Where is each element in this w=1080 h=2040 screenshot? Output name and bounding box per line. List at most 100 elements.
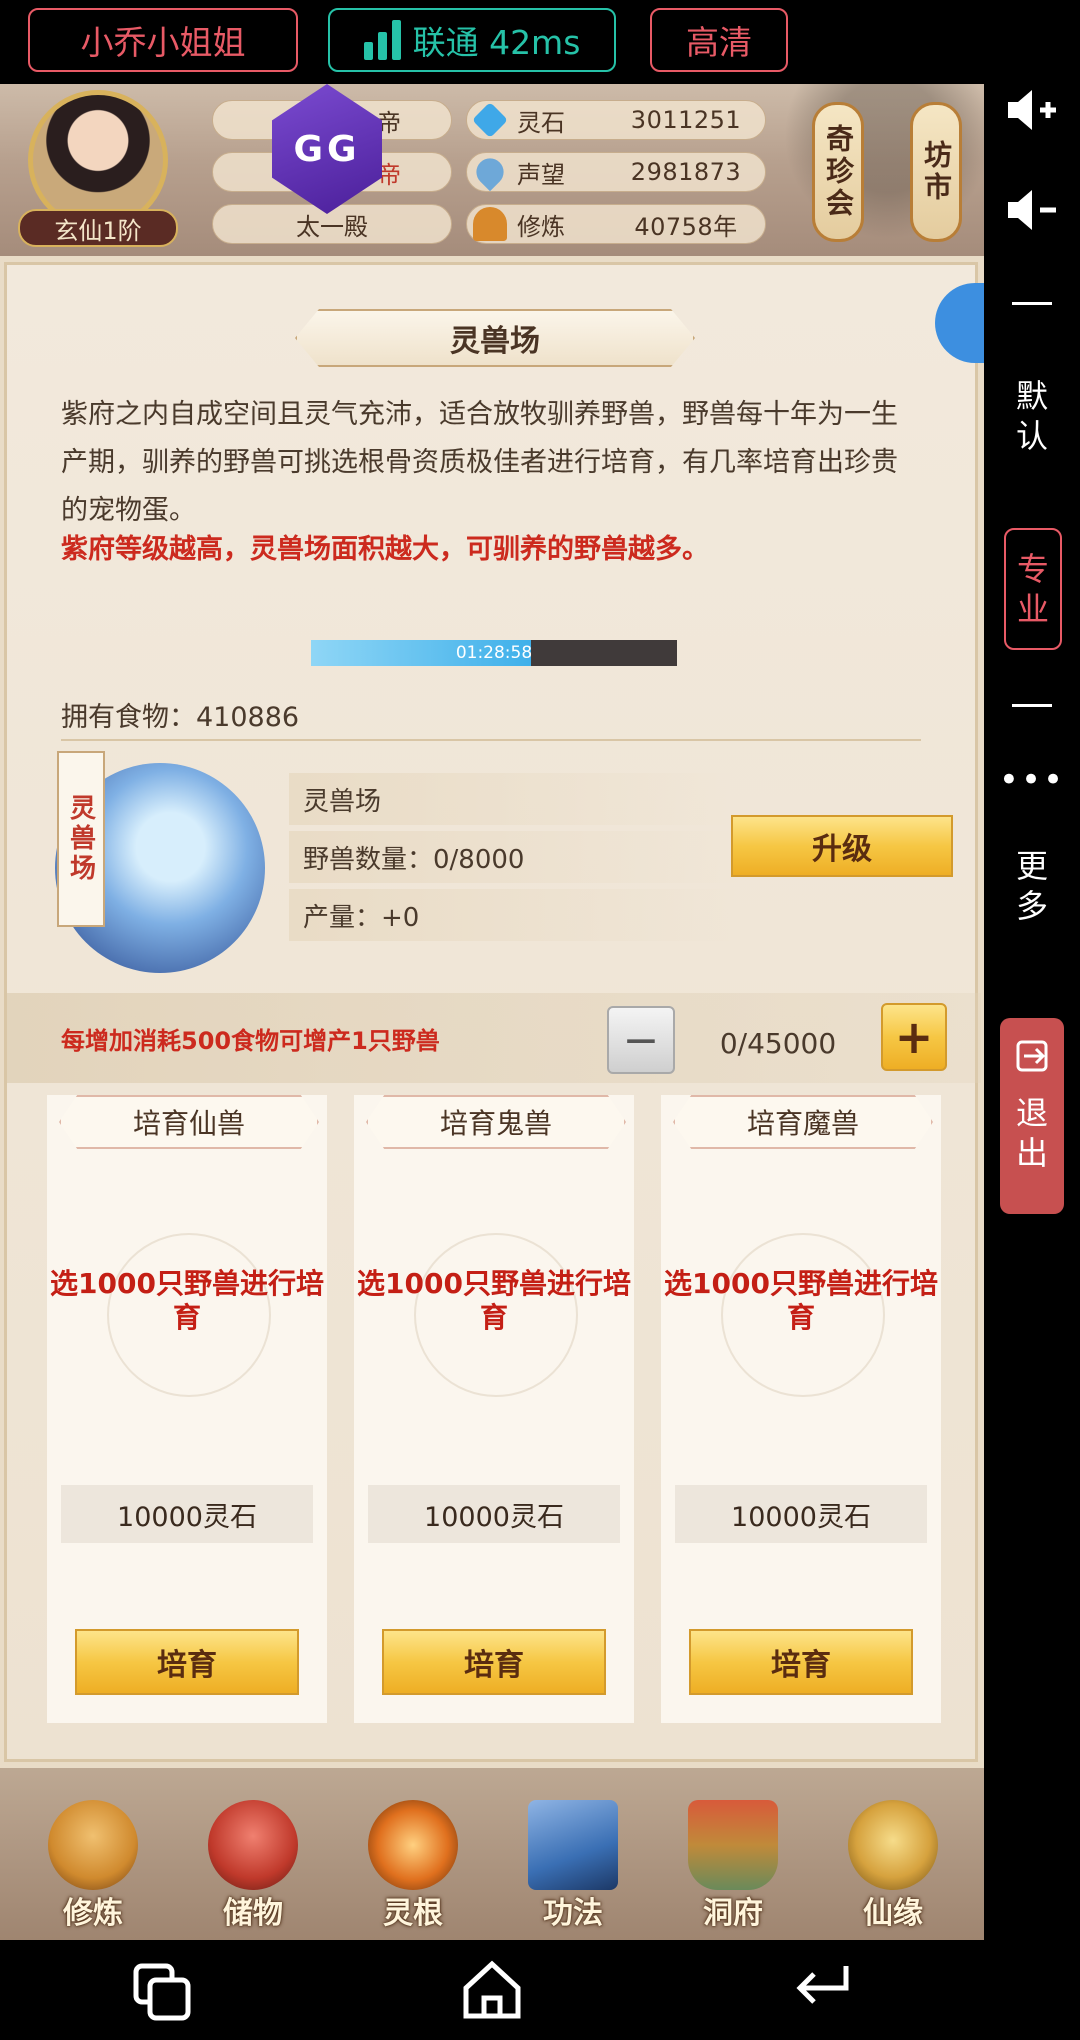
card-select-hint[interactable]: 选1000只野兽进行培育 [661,1267,941,1335]
nav-storage[interactable]: 储物 [188,1790,318,1931]
recent-apps-icon[interactable] [130,1960,194,2024]
breed-card-ghost: 培育鬼兽 选1000只野兽进行培育 10000灵石 培育 [354,1095,634,1723]
nav-label: 灵根 [383,1896,443,1931]
resource-cultivation: 修炼 40758年 [466,204,766,244]
card-select-hint[interactable]: 选1000只野兽进行培育 [47,1267,327,1335]
decrease-button[interactable]: − [607,1006,675,1074]
breed-button[interactable]: 培育 [689,1629,913,1695]
market-button[interactable]: 坊市 [910,102,962,242]
panel-warning: 紫府等级越高，灵兽场面积越大，可驯养的野兽越多。 [61,534,709,565]
system-navigation-bar [0,1940,1080,2040]
food-cost-hint: 每增加消耗500食物可增产1只野兽 [61,1027,440,1055]
exit-icon [1016,1040,1048,1072]
back-icon[interactable] [790,1962,854,2018]
nav-immortal-fate[interactable]: 仙缘 [828,1790,958,1931]
technique-book-icon [528,1800,618,1890]
card-title: 培育魔兽 [673,1095,933,1149]
exit-label: 退出 [1015,1094,1048,1172]
cultivation-icon [48,1800,138,1890]
card-title: 培育仙兽 [59,1095,319,1149]
more-dots-icon[interactable]: ••• [984,760,1080,800]
cave-mansion-icon [688,1800,778,1890]
breed-card-demon: 培育魔兽 选1000只野兽进行培育 10000灵石 培育 [661,1095,941,1723]
nav-label: 功法 [543,1896,603,1931]
resource-label: 声望 [517,160,565,189]
divider [61,739,921,741]
beast-count-text: 野兽数量：0/8000 [303,844,525,875]
timer-text: 01:28:58 [455,643,533,663]
divider [1012,302,1052,305]
immortal-fate-icon [848,1800,938,1890]
volume-down-icon[interactable] [1006,188,1058,232]
resource-prestige: 声望 2981873 [466,152,766,192]
panel-title: 灵兽场 [295,309,695,367]
nav-cultivation[interactable]: 修炼 [28,1790,158,1931]
stream-status-bar: 小乔小姐姐 联通 42ms 高清 [0,0,1080,84]
pro-mode-button[interactable]: 专业 [1004,528,1062,650]
divider [1012,704,1052,707]
resource-label: 修炼 [517,212,565,241]
network-pill[interactable]: 联通 42ms [328,8,616,72]
resource-value: 3011251 [630,106,742,134]
nav-label: 仙缘 [863,1896,923,1931]
sect-name: 太一殿 [296,212,368,241]
volume-up-icon[interactable] [1006,88,1058,132]
resource-label: 灵石 [517,108,565,137]
treasure-auction-button[interactable]: 奇珍会 [812,102,864,242]
quality-label: 高清 [686,23,752,62]
home-icon[interactable] [460,1958,524,2022]
food-owned: 拥有食物：410886 [61,702,300,733]
nav-label: 修炼 [63,1896,123,1931]
card-price: 10000灵石 [61,1485,313,1543]
spirit-root-icon [368,1800,458,1890]
upgrade-button[interactable]: 升级 [731,815,953,877]
nav-cave-mansion[interactable]: 洞府 [668,1790,798,1931]
nav-technique[interactable]: 功法 [508,1790,638,1931]
breed-card-immortal: 培育仙兽 选1000只野兽进行培育 10000灵石 培育 [47,1095,327,1723]
resource-value: 40758年 [634,212,738,241]
nickname-pill[interactable]: 小乔小姐姐 [28,8,298,72]
exit-button[interactable]: 退出 [1000,1018,1064,1214]
facility-name: 灵兽场 [289,773,739,825]
output-row: 产量：+0 [289,889,739,941]
resource-value: 2981873 [630,158,742,186]
orb-scroll-tag: 灵兽场 [57,751,105,927]
production-timer-bar: 01:28:58 [311,640,677,666]
breed-button[interactable]: 培育 [382,1629,606,1695]
nav-spirit-root[interactable]: 灵根 [348,1790,478,1931]
spirit-stone-icon [471,101,509,139]
storage-bag-icon [208,1800,298,1890]
signal-bars-icon [363,20,401,60]
pro-mode-label: 专业 [1016,550,1049,628]
bottom-nav: 修炼 储物 灵根 功法 洞府 仙缘 [0,1768,984,1940]
player-header: 玄仙1阶 帝 帝 太一殿 GG 灵石 3011251 声望 2981873 修炼… [0,84,984,256]
beast-farm-panel: 灵兽场 紫府之内自成空间且灵气充沛，适合放牧驯养野兽，野兽每十年为一生产期，驯养… [4,262,984,1762]
default-mode-label: 默认 [1015,377,1048,455]
facility-name-text: 灵兽场 [303,786,382,817]
quantity-value: 0/45000 [719,1027,837,1060]
stream-control-rail: 默认 专业 ••• 更多 退出 [984,84,1080,1940]
more-button[interactable]: 更多 [984,846,1080,926]
card-price: 10000灵石 [675,1485,927,1543]
side-helper-icon[interactable] [935,283,984,363]
prestige-crystal-icon [470,152,510,192]
nav-label: 洞府 [703,1896,763,1931]
increase-button[interactable]: + [881,1003,947,1071]
card-select-hint[interactable]: 选1000只野兽进行培育 [354,1267,634,1335]
game-screen: 玄仙1阶 帝 帝 太一殿 GG 灵石 3011251 声望 2981873 修炼… [0,84,984,1940]
network-label: 联通 42ms [412,23,581,62]
panel-description: 紫府之内自成空间且灵气充沛，适合放牧驯养野兽，野兽每十年为一生产期，驯养的野兽可… [61,399,898,526]
default-mode-button[interactable]: 默认 [984,376,1080,456]
nickname-label: 小乔小姐姐 [80,23,246,62]
card-title: 培育鬼兽 [366,1095,626,1149]
resource-spirit-stone: 灵石 3011251 [466,100,766,140]
quality-pill[interactable]: 高清 [650,8,788,72]
beast-count-row: 野兽数量：0/8000 [289,831,739,883]
meditation-icon [473,207,507,241]
rank-badge: 玄仙1阶 [18,209,178,247]
output-text: 产量：+0 [303,902,420,933]
nav-label: 储物 [223,1896,283,1931]
card-price: 10000灵石 [368,1485,620,1543]
breed-button[interactable]: 培育 [75,1629,299,1695]
more-label: 更多 [1015,847,1048,925]
